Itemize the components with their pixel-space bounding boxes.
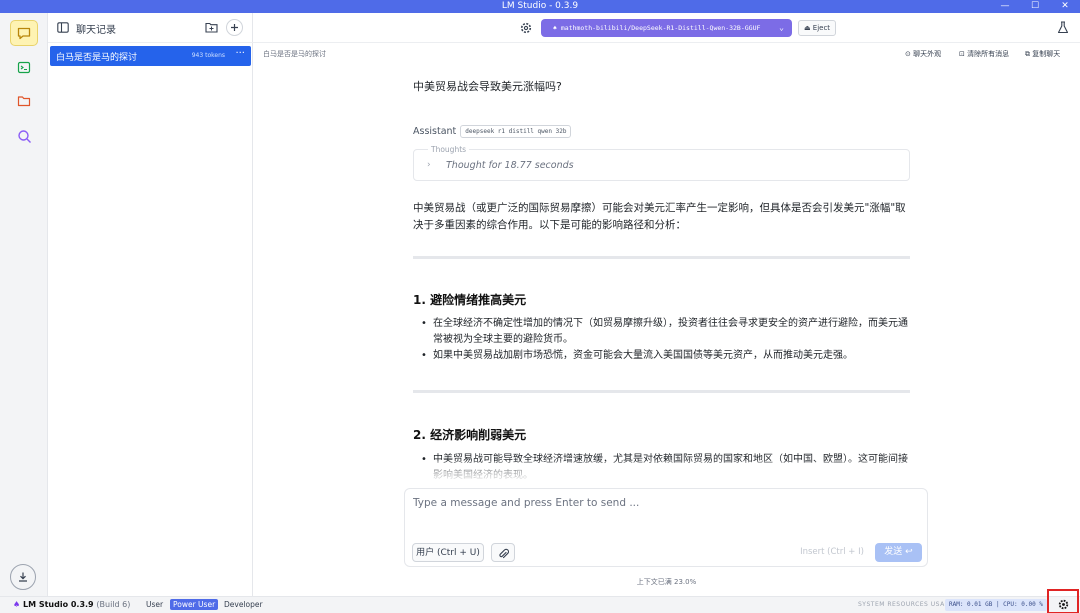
list-item: 在全球经济不确定性增加的情况下（如贸易摩擦升级），投资者往往会寻求更安全的资产进… (421, 316, 910, 348)
copy-chat-label: 复制聊天 (1032, 50, 1061, 58)
chat-list-item[interactable]: 白马是否是马的探讨 943 tokens ··· (50, 46, 251, 66)
sidebar-item-terminal[interactable] (10, 54, 38, 80)
title-bar: LM Studio - 0.3.9 — ☐ ✕ (0, 0, 1080, 13)
divider (413, 390, 910, 393)
assistant-label: Assistant (413, 126, 457, 137)
chat-subheader: 白马是否是马的探讨 ⊙ 聊天外观 ⊡ 清除所有消息 ⧉ 复制聊天 (253, 43, 1080, 65)
insert-button[interactable]: Insert (Ctrl + I) (795, 543, 869, 562)
beaker-icon[interactable] (1057, 21, 1069, 34)
clear-messages-label: 清除所有消息 (967, 50, 1010, 58)
message-input[interactable] (413, 497, 918, 533)
assistant-intro: 中美贸易战（或更广泛的国际贸易摩擦）可能会对美元汇率产生一定影响，但具体是否会引… (413, 202, 906, 231)
divider (413, 256, 910, 259)
thoughts-panel[interactable]: Thoughts › Thought for 18.77 seconds (413, 145, 910, 181)
resource-usage-badge: RAM: 0.01 GB | CPU: 0.00 % (945, 599, 1047, 611)
sidebar-toggle-icon[interactable] (57, 22, 69, 33)
plus-icon (231, 24, 238, 31)
eject-label: Eject (812, 24, 831, 32)
send-button[interactable]: 发送 ↩ (875, 543, 922, 562)
mode-power-user[interactable]: Power User (170, 599, 219, 610)
settings-button[interactable] (1047, 589, 1079, 613)
sidebar-item-downloads[interactable] (10, 564, 36, 590)
main-header: ♠ mathmoth-bilibili/DeepSeek-R1-Distill-… (253, 13, 1080, 43)
new-chat-button[interactable] (226, 19, 243, 36)
folder-icon (17, 96, 31, 107)
mode-user[interactable]: User (143, 599, 166, 610)
gear-icon (1058, 599, 1068, 610)
sidebar-item-chat[interactable] (10, 20, 38, 46)
chevron-right-icon: › (427, 160, 431, 170)
gear-icon[interactable] (520, 22, 532, 34)
list-item: 如果中美贸易战加剧市场恐慌，资金可能会大量流入美国国债等美元资产，从而推动美元走… (421, 348, 910, 364)
chat-list-header: 聊天记录 (48, 13, 253, 43)
new-folder-icon[interactable] (205, 22, 218, 33)
palette-icon: ⊙ (905, 50, 914, 58)
minimize-button[interactable]: — (990, 0, 1020, 13)
status-bar: ♠ LM Studio 0.3.9 (Build 6) User Power U… (0, 589, 1080, 613)
user-message: 中美贸易战会导致美元涨幅吗? (413, 80, 562, 93)
chat-bubble-icon (17, 27, 31, 39)
search-icon (17, 129, 31, 143)
thoughts-duration: Thought for 18.77 seconds (446, 160, 574, 171)
copy-chat-button[interactable]: ⧉ 复制聊天 (1025, 49, 1060, 59)
chat-appearance-button[interactable]: ⊙ 聊天外观 (905, 49, 941, 59)
section-bullets: 在全球经济不确定性增加的情况下（如贸易摩擦升级），投资者往往会寻求更安全的资产进… (421, 316, 910, 364)
chat-item-tokens: 943 tokens (191, 52, 225, 59)
app-logo-icon: ♠ (13, 600, 23, 609)
clear-icon: ⊡ (959, 50, 968, 58)
role-toggle-button[interactable]: 用户 (Ctrl + U) (412, 543, 484, 562)
model-selector[interactable]: ♠ mathmoth-bilibili/DeepSeek-R1-Distill-… (541, 19, 792, 37)
attach-button[interactable] (491, 543, 515, 562)
chat-appearance-label: 聊天外观 (913, 50, 942, 58)
model-icon: ♠ (553, 24, 561, 32)
app-build: (Build 6) (96, 600, 131, 609)
assistant-header: Assistant deepseek r1 distill qwen 32b (413, 125, 572, 138)
chat-list-title: 聊天记录 (76, 25, 116, 36)
app-name: LM Studio 0.3.9 (22, 600, 94, 609)
chat-item-more-button[interactable]: ··· (235, 48, 245, 59)
sidebar-item-models[interactable] (10, 88, 38, 114)
chat-item-title: 白马是否是马的探讨 (56, 53, 138, 63)
paperclip-icon (498, 548, 509, 559)
section-heading: 2. 经济影响削弱美元 (413, 428, 527, 442)
terminal-icon (17, 61, 31, 73)
model-tag: deepseek r1 distill qwen 32b (460, 125, 572, 138)
close-button[interactable]: ✕ (1050, 0, 1080, 13)
window-title: LM Studio - 0.3.9 (501, 1, 579, 11)
chevron-down-icon: ⌄ (779, 23, 784, 32)
scroll-fade (413, 461, 910, 483)
context-usage: 上下文已满 23.0% (636, 578, 697, 586)
app-brand: ♠ LM Studio 0.3.9 (Build 6) (13, 600, 130, 609)
sidebar-item-search[interactable] (10, 123, 38, 149)
system-resources-label: SYSTEM RESOURCES USAGE: (858, 601, 957, 608)
model-name: mathmoth-bilibili/DeepSeek-R1-Distill-Qw… (560, 24, 761, 32)
maximize-button[interactable]: ☐ (1020, 0, 1050, 13)
clear-messages-button[interactable]: ⊡ 清除所有消息 (959, 49, 1009, 59)
mode-developer[interactable]: Developer (221, 599, 266, 610)
chat-list-panel: 聊天记录 白马是否是马的探讨 943 tokens ··· (48, 13, 253, 596)
message-composer: 用户 (Ctrl + U) Insert (Ctrl + I) 发送 ↩ (404, 488, 928, 567)
chat-breadcrumb[interactable]: 白马是否是马的探讨 (263, 49, 326, 59)
sidebar-rail (0, 13, 48, 596)
download-icon (19, 572, 27, 582)
eject-button[interactable]: ⏏ Eject (798, 20, 836, 36)
section-heading: 1. 避险情绪推高美元 (413, 293, 527, 307)
eject-icon: ⏏ (803, 24, 813, 32)
thoughts-label: Thoughts (428, 145, 470, 154)
